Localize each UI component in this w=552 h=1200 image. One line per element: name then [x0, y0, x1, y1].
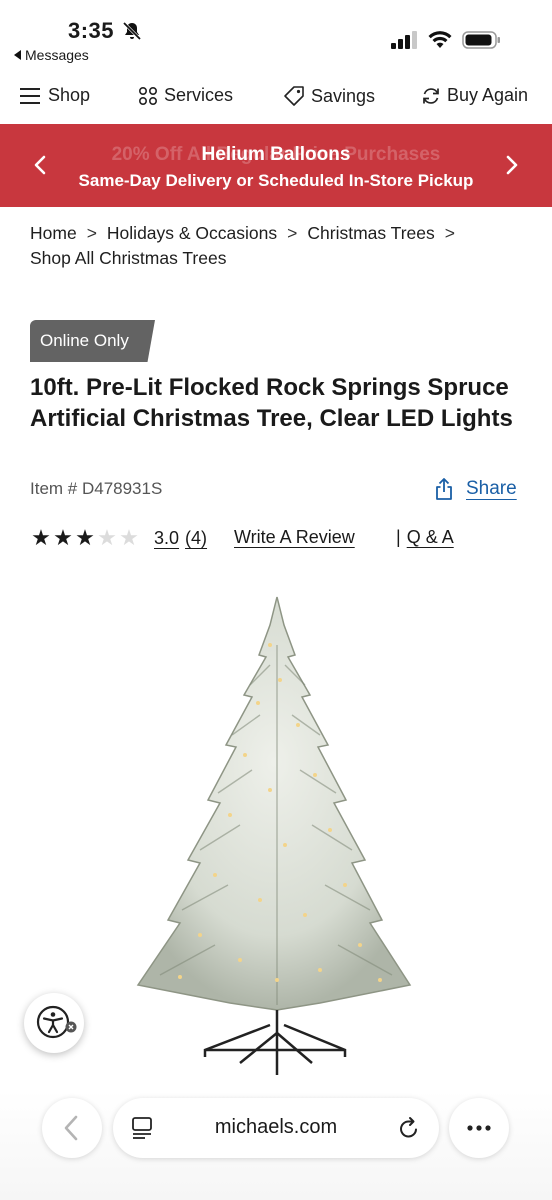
rating-value[interactable]: 3.0 [154, 528, 179, 549]
star-empty-icon: ★ [97, 525, 117, 550]
star-filled-icon: ★ [31, 525, 51, 550]
url-text: michaels.com [214, 1116, 338, 1138]
online-only-badge: Online Only [30, 320, 155, 362]
breadcrumb-christmas-trees[interactable]: Christmas Trees [307, 223, 434, 243]
browser-toolbar: michaels.com [0, 1090, 552, 1200]
share-label: Share [466, 478, 517, 499]
reload-icon[interactable] [397, 1115, 421, 1141]
breadcrumb: Home > Holidays & Occasions > Christmas Tree… [30, 221, 530, 271]
accessibility-button[interactable] [24, 993, 84, 1053]
nav-shop-label: Shop [48, 85, 91, 105]
star-filled-icon: ★ [53, 525, 73, 550]
item-number: Item # D478931S [30, 479, 163, 498]
breadcrumb-separator: > [287, 223, 298, 243]
back-to-messages-link[interactable]: Messages [14, 47, 89, 63]
breadcrumb-holidays[interactable]: Holidays & Occasions [107, 223, 277, 243]
promo-subtitle: Same-Day Delivery or Scheduled In-Store … [78, 171, 474, 190]
qa-separator: | [396, 527, 401, 547]
refresh-icon [423, 87, 439, 104]
rating-summary[interactable]: ★ ★ ★ ★ ★ 3.0 (4) [30, 527, 207, 549]
promo-title: Helium Balloons [201, 144, 351, 165]
tag-icon [284, 86, 304, 106]
top-navigation: Shop Services Savings Buy Again [0, 75, 552, 119]
nav-services[interactable]: Services [138, 85, 233, 106]
breadcrumb-shop-all[interactable]: Shop All Christmas Trees [30, 248, 226, 268]
cellular-signal-icon [391, 31, 417, 49]
chevron-left-icon [64, 1115, 78, 1141]
chevron-left-icon[interactable] [28, 152, 54, 178]
product-title: 10ft. Pre-Lit Flocked Rock Springs Spruc… [30, 374, 513, 432]
breadcrumb-separator: > [86, 223, 97, 243]
star-empty-icon: ★ [119, 525, 139, 550]
write-review-link[interactable]: Write A Review [234, 527, 355, 548]
share-icon [436, 478, 452, 500]
star-filled-icon: ★ [75, 525, 95, 550]
breadcrumb-home[interactable]: Home [30, 223, 77, 243]
nav-savings-label: Savings [311, 85, 376, 106]
chevron-right-icon[interactable] [498, 152, 524, 178]
product-image[interactable] [120, 585, 430, 1085]
status-bar: 3:35 Messages [0, 0, 552, 70]
rating-count[interactable]: (4) [185, 528, 207, 549]
menu-icon [20, 87, 40, 104]
bell-muted-icon [122, 21, 142, 41]
breadcrumb-separator: > [444, 223, 455, 243]
accessibility-icon [36, 1005, 77, 1039]
nav-buy-again-label: Buy Again [447, 85, 529, 105]
nav-shop[interactable]: Shop [20, 85, 90, 106]
rating-stars: ★ ★ ★ ★ ★ [30, 527, 140, 549]
nav-savings[interactable]: Savings [283, 85, 375, 107]
nav-buy-again[interactable]: Buy Again [421, 85, 528, 106]
promo-banner[interactable]: 20% Off All Regular Price Purchases Heli… [0, 124, 552, 207]
address-bar[interactable]: michaels.com [113, 1098, 439, 1158]
more-options-button[interactable] [449, 1098, 509, 1158]
wifi-icon [428, 31, 452, 48]
nav-services-label: Services [164, 85, 234, 105]
status-time: 3:35 [68, 18, 115, 43]
more-horizontal-icon [467, 1125, 491, 1131]
browser-back-button[interactable] [42, 1098, 102, 1158]
grid-icon [138, 86, 158, 105]
back-app-label: Messages [25, 47, 89, 63]
battery-icon [462, 31, 500, 49]
share-button[interactable]: Share [434, 477, 517, 501]
qa-link[interactable]: Q & A [407, 527, 454, 547]
qa-link-group: | Q & A [396, 527, 454, 548]
